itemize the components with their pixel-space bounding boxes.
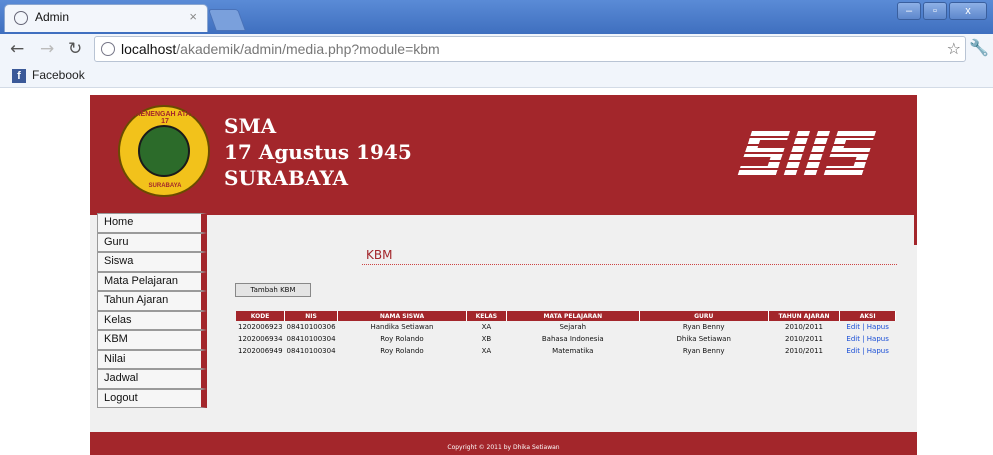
cell-tahun: 2010/2011 (784, 335, 823, 343)
edit-link[interactable]: Edit (846, 347, 860, 355)
cell-kelas: XA (481, 347, 492, 355)
cell-kode: 1202006949 (238, 347, 283, 355)
window-controls: – ▫ x (897, 2, 987, 20)
back-icon[interactable]: ← (10, 39, 24, 59)
col-kelas: KELAS (466, 311, 507, 321)
cell-kode: 1202006923 (238, 323, 283, 331)
menu-item-kelas[interactable]: Kelas (97, 310, 207, 330)
cell-guru: Ryan Benny (682, 323, 725, 331)
table-row: 1202006923 08410100306 Handika Setiawan … (236, 321, 896, 333)
action-separator: | (859, 335, 867, 343)
cell-mapel: Bahasa Indonesia (541, 335, 604, 343)
table-header-row: KODE NIS NAMA SISWA KELAS MATA PELAJARAN… (236, 311, 896, 321)
menu-item-kbm[interactable]: KBM (97, 330, 207, 350)
header-edge (914, 215, 917, 245)
url-host: localhost (121, 41, 177, 57)
sidebar-menu: Home Guru Siswa Mata Pelajaran Tahun Aja… (97, 213, 207, 408)
col-nama-siswa: NAMA SISWA (337, 311, 467, 321)
hapus-link[interactable]: Hapus (867, 347, 889, 355)
cell-tahun: 2010/2011 (784, 347, 823, 355)
cell-nama: Roy Rolando (380, 347, 424, 355)
menu-item-tahun-ajaran[interactable]: Tahun Ajaran (97, 291, 207, 311)
action-separator: | (859, 347, 867, 355)
title-divider (362, 264, 897, 265)
close-window-button[interactable]: x (949, 2, 987, 20)
url-path: /akademik/admin/media.php?module=kbm (176, 41, 440, 57)
cell-nis: 08410100304 (286, 347, 336, 355)
facebook-icon: f (12, 69, 26, 83)
col-nis: NIS (284, 311, 339, 321)
browser-titlebar: Admin × – ▫ x (0, 0, 993, 34)
col-mata-pelajaran: MATA PELAJARAN (506, 311, 640, 321)
col-kode: KODE (236, 311, 286, 321)
site-footer: Copyright © 2011 by Dhika Setiawan (90, 432, 917, 455)
page-title: KBM (366, 248, 393, 262)
wrench-icon[interactable]: 🔧 (969, 38, 989, 57)
tab-title: Admin (35, 10, 70, 24)
cell-tahun: 2010/2011 (784, 323, 823, 331)
copyright-text: Copyright © 2011 by Dhika Setiawan (447, 444, 560, 451)
siis-brand-logo (724, 125, 894, 181)
school-name: SMA 17 Agustus 1945 SURABAYA (224, 113, 412, 191)
browser-toolbar: ← → ↻ localhost/akademik/admin/media.php… (0, 34, 993, 64)
add-kbm-button[interactable]: Tambah KBM (235, 283, 311, 297)
cell-aksi: Edit | Hapus (840, 321, 896, 333)
school-logo: MENENGAH ATAS 17 SURABAYA (118, 105, 210, 197)
cell-aksi: Edit | Hapus (840, 333, 896, 345)
table-row: 1202006934 08410100304 Roy Rolando XB Ba… (236, 333, 896, 345)
cell-nis: 08410100306 (286, 323, 336, 331)
menu-item-guru[interactable]: Guru (97, 232, 207, 252)
cell-kode: 1202006934 (238, 335, 283, 343)
cell-aksi: Edit | Hapus (840, 345, 896, 357)
menu-item-logout[interactable]: Logout (97, 388, 207, 408)
minimize-button[interactable]: – (897, 2, 921, 20)
bookmarks-bar: f Facebook (0, 64, 993, 88)
menu-item-nilai[interactable]: Nilai (97, 349, 207, 369)
col-guru: GURU (639, 311, 769, 321)
cell-nama: Handika Setiawan (370, 323, 434, 331)
cell-guru: Dhika Setiawan (676, 335, 731, 343)
edit-link[interactable]: Edit (846, 323, 860, 331)
bookmark-star-icon[interactable]: ☆ (947, 39, 961, 58)
school-name-line3: SURABAYA (224, 166, 348, 190)
menu-item-siswa[interactable]: Siswa (97, 252, 207, 272)
browser-tab[interactable]: Admin × (4, 4, 208, 32)
cell-nis: 08410100304 (286, 335, 336, 343)
hapus-link[interactable]: Hapus (867, 335, 889, 343)
maximize-button[interactable]: ▫ (923, 2, 947, 20)
logo-text-bottom: SURABAYA (148, 183, 182, 189)
url-text: localhost/akademik/admin/media.php?modul… (121, 41, 440, 57)
globe-icon (14, 11, 28, 25)
cell-mapel: Sejarah (559, 323, 587, 331)
school-name-line1: SMA (224, 114, 277, 138)
table-row: 1202006949 08410100304 Roy Rolando XA Ma… (236, 345, 896, 357)
col-tahun-ajaran: TAHUN AJARAN (768, 311, 841, 321)
cell-kelas: XA (481, 323, 492, 331)
menu-item-jadwal[interactable]: Jadwal (97, 369, 207, 389)
col-aksi: AKSI (839, 311, 896, 321)
address-bar[interactable]: localhost/akademik/admin/media.php?modul… (94, 36, 966, 62)
action-separator: | (859, 323, 867, 331)
school-name-line2: 17 Agustus 1945 (224, 140, 412, 164)
forward-icon[interactable]: → (40, 39, 54, 59)
page-info-icon[interactable] (101, 42, 115, 56)
site-header: MENENGAH ATAS 17 SURABAYA SMA 17 Agustus… (90, 95, 917, 216)
cell-kelas: XB (481, 335, 492, 343)
menu-item-mata-pelajaran[interactable]: Mata Pelajaran (97, 271, 207, 291)
reload-icon[interactable]: ↻ (68, 39, 82, 59)
logo-text-top: MENENGAH ATAS 17 (134, 111, 196, 125)
cell-guru: Ryan Benny (682, 347, 725, 355)
menu-item-home[interactable]: Home (97, 213, 207, 233)
edit-link[interactable]: Edit (846, 335, 860, 343)
bookmark-facebook[interactable]: Facebook (32, 68, 85, 82)
cell-nama: Roy Rolando (380, 335, 424, 343)
logo-emblem (138, 125, 190, 177)
tab-close-icon[interactable]: × (189, 9, 197, 24)
kbm-table: KODE NIS NAMA SISWA KELAS MATA PELAJARAN… (236, 311, 896, 357)
new-tab-button[interactable] (207, 9, 247, 31)
cell-mapel: Matematika (552, 347, 594, 355)
hapus-link[interactable]: Hapus (867, 323, 889, 331)
